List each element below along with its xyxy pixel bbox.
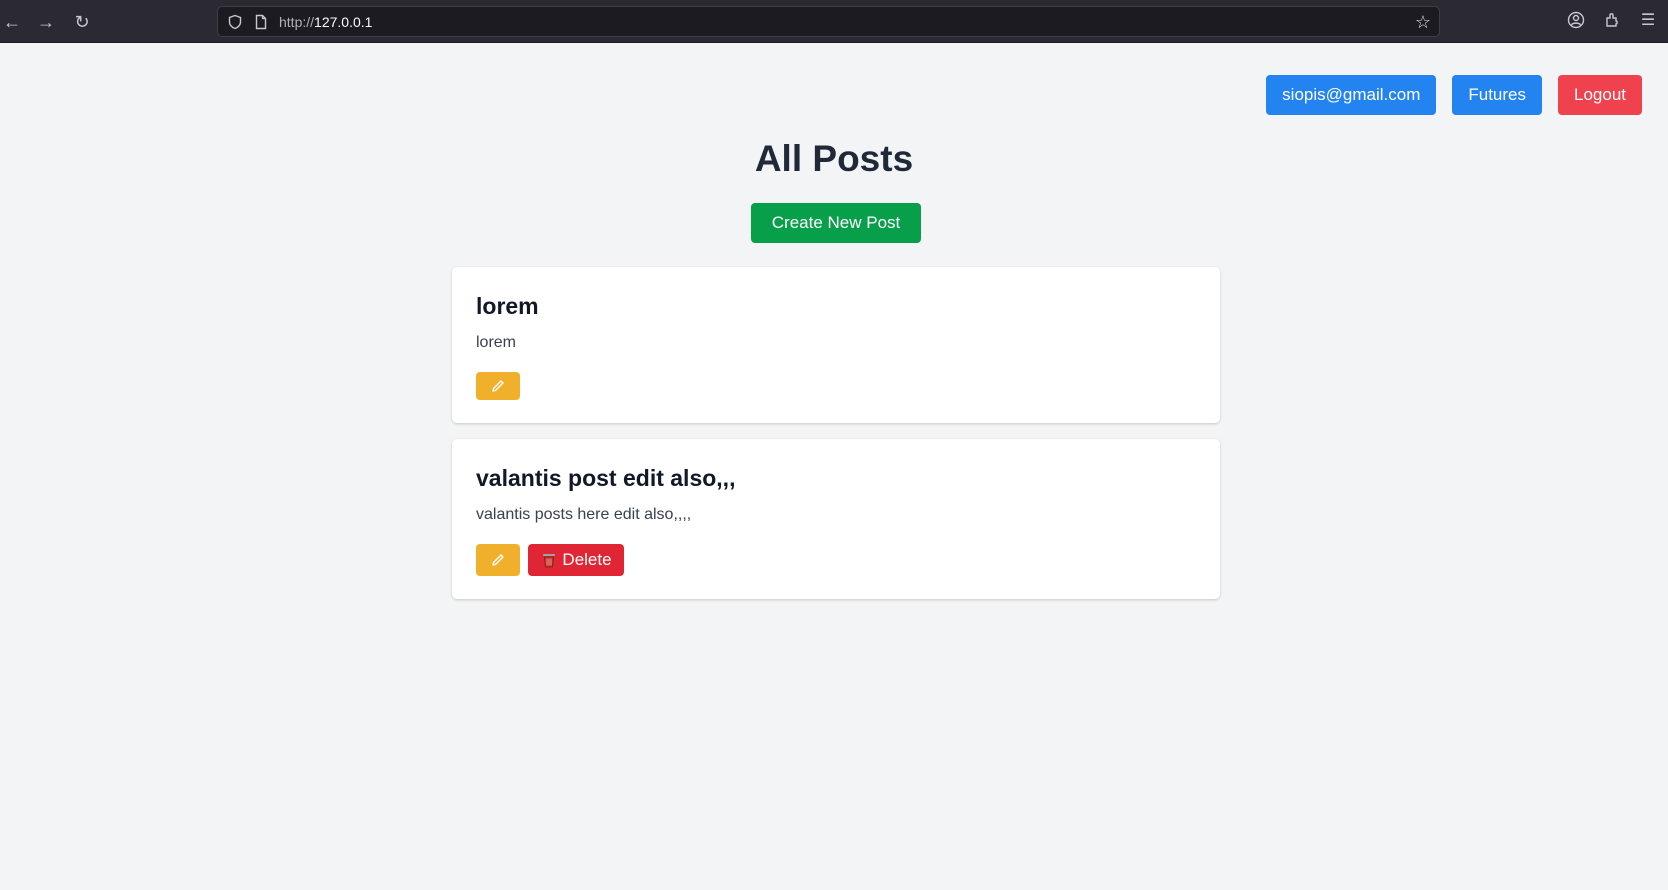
delete-label: Delete	[562, 550, 612, 569]
edit-post-button[interactable]	[476, 544, 520, 576]
page-title: All Posts	[754, 138, 914, 179]
url-protocol: http://	[279, 14, 315, 30]
user-email-button[interactable]: siopis@gmail.com	[1266, 75, 1437, 115]
back-arrow-icon[interactable]: ←	[0, 10, 24, 34]
forward-arrow-icon[interactable]: →	[34, 10, 58, 34]
page-icon	[255, 14, 267, 30]
futures-button[interactable]: Futures	[1452, 75, 1542, 115]
post-card: lorem lorem	[452, 267, 1220, 423]
post-body: lorem	[476, 334, 517, 351]
address-bar[interactable]: http://127.0.0.1 ☆	[217, 6, 1440, 37]
post-card: valantis post edit also,,, valantis post…	[452, 439, 1220, 599]
post-title: lorem	[476, 293, 539, 319]
url-host: 127.0.0.1	[314, 14, 373, 30]
post-body: valantis posts here edit also,,,,	[476, 506, 692, 523]
top-nav: siopis@gmail.com Futures Logout	[1266, 75, 1642, 115]
browser-toolbar: ← → ↻ http://127.0.0.1 ☆ ☰	[0, 0, 1668, 43]
menu-icon[interactable]: ☰	[1638, 11, 1658, 31]
create-new-post-button[interactable]: Create New Post	[751, 203, 921, 243]
pencil-icon	[492, 554, 504, 566]
shield-icon	[228, 14, 242, 30]
pencil-icon	[492, 380, 504, 392]
reload-icon[interactable]: ↻	[70, 10, 94, 34]
edit-post-button[interactable]	[476, 372, 520, 400]
post-title: valantis post edit also,,,	[476, 465, 736, 491]
bookmark-star-icon[interactable]: ☆	[1415, 12, 1431, 33]
logout-button[interactable]: Logout	[1558, 75, 1642, 115]
trash-icon	[543, 554, 556, 568]
extensions-icon[interactable]	[1603, 11, 1623, 31]
delete-post-button[interactable]: Delete	[528, 544, 624, 576]
account-icon[interactable]	[1566, 11, 1586, 31]
url-text: http://127.0.0.1	[279, 14, 372, 30]
